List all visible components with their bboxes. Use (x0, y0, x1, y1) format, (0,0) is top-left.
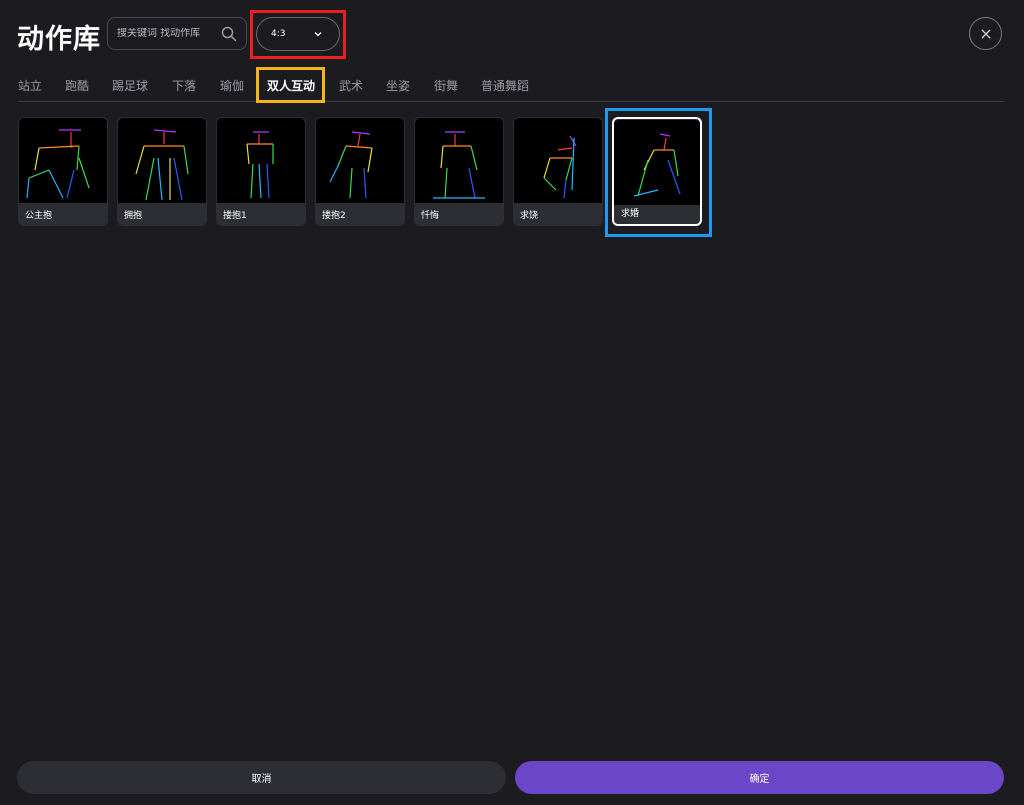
tab-football[interactable]: 踢足球 (112, 77, 148, 94)
search-input[interactable] (117, 28, 217, 39)
pose-thumbnail (415, 118, 503, 203)
pose-thumbnail (19, 118, 107, 203)
pose-thumbnail (217, 118, 305, 203)
pose-thumbnail (118, 118, 206, 203)
tab-parkour[interactable]: 跑酷 (65, 77, 89, 94)
search-icon[interactable] (221, 26, 237, 42)
cancel-button[interactable]: 取消 (17, 761, 506, 794)
card-annotation-box (605, 108, 712, 237)
tab-standing[interactable]: 站立 (18, 77, 42, 94)
tab-sitting[interactable]: 坐姿 (386, 77, 410, 94)
search-box[interactable] (107, 17, 247, 50)
page-title: 动作库 (17, 24, 101, 55)
card-label: 公主抱 (25, 211, 53, 221)
motion-card[interactable]: 搂抱2 (315, 117, 405, 226)
card-label: 拥抱 (124, 211, 143, 221)
tab-yoga[interactable]: 瑜伽 (220, 77, 244, 94)
dialog-header: 动作库 4:3 (0, 0, 1024, 70)
card-label: 搂抱1 (223, 211, 247, 221)
tab-general-dance[interactable]: 普通舞蹈 (481, 77, 529, 94)
category-tabs: 站立 跑酷 踢足球 下落 瑜伽 双人互动 武术 坐姿 街舞 普通舞蹈 (18, 70, 1004, 102)
chevron-down-icon (314, 32, 322, 37)
motion-card[interactable]: 求饶 (513, 117, 603, 226)
close-button[interactable] (969, 17, 1002, 50)
tab-falling[interactable]: 下落 (172, 77, 196, 94)
pose-thumbnail (316, 118, 404, 203)
motion-card[interactable]: 拥抱 (117, 117, 207, 226)
motion-card[interactable]: 忏悔 (414, 117, 504, 226)
pose-thumbnail (514, 118, 602, 203)
motion-card[interactable]: 公主抱 (18, 117, 108, 226)
card-label: 求饶 (520, 211, 539, 221)
confirm-button[interactable]: 确定 (515, 761, 1004, 794)
motion-card[interactable]: 搂抱1 (216, 117, 306, 226)
card-label: 忏悔 (421, 211, 440, 221)
tab-martial-arts[interactable]: 武术 (339, 77, 363, 94)
aspect-ratio-dropdown[interactable]: 4:3 (256, 17, 340, 51)
tab-annotation-box (256, 67, 325, 103)
aspect-ratio-value: 4:3 (271, 29, 286, 39)
card-label: 搂抱2 (322, 211, 346, 221)
close-icon (981, 29, 990, 38)
tab-street-dance[interactable]: 街舞 (434, 77, 458, 94)
